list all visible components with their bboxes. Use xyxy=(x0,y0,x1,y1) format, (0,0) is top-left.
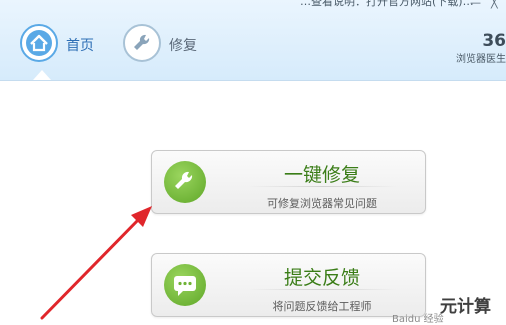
watermark-text: 元计算 xyxy=(440,297,491,317)
annotation-arrow xyxy=(40,206,152,320)
watermark-subtext: Baidu 经验 xyxy=(392,314,444,325)
